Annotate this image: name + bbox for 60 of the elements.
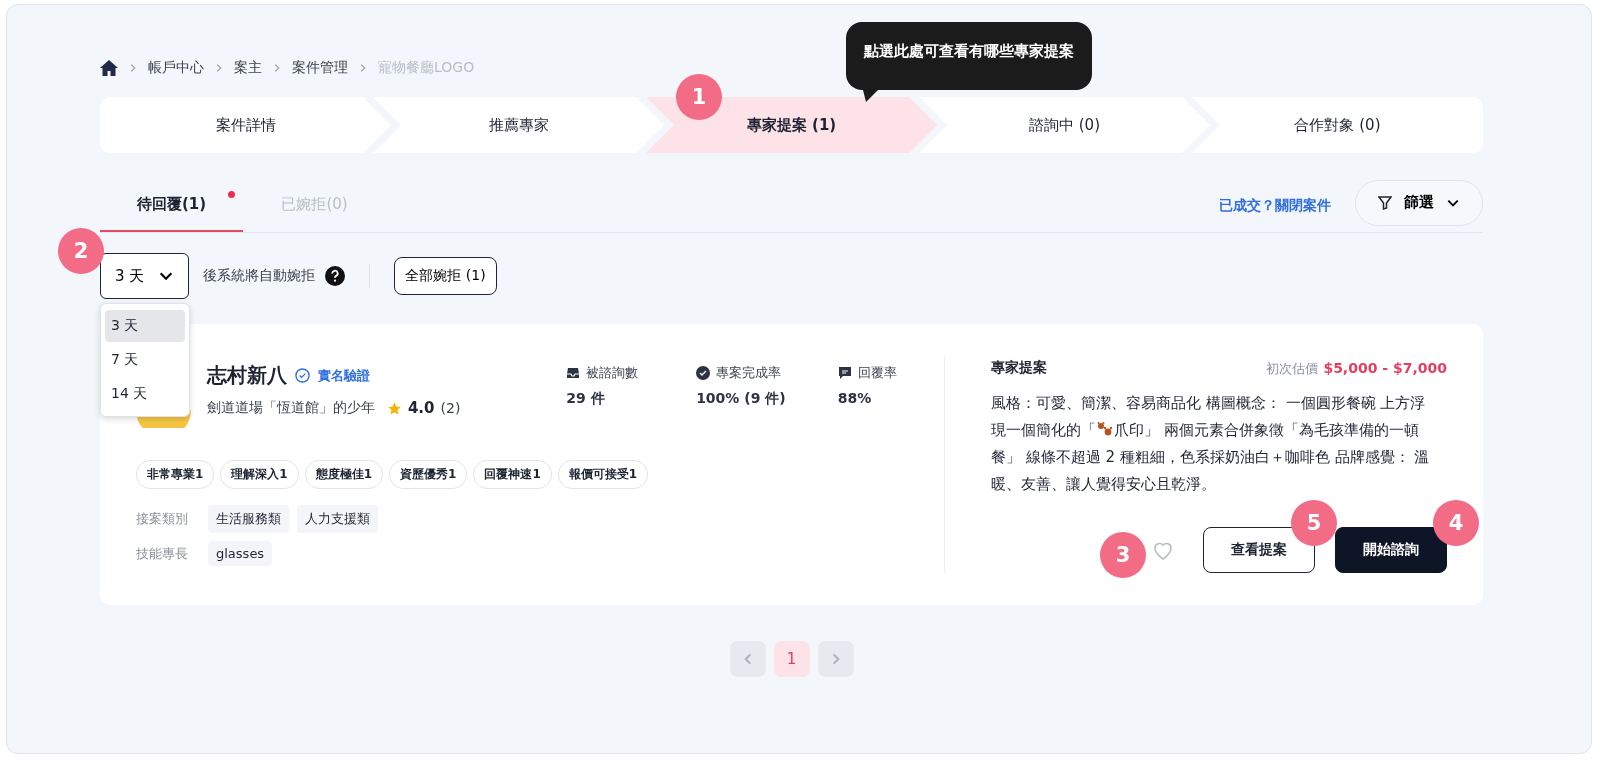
- review-tag: 非常專業1: [136, 460, 215, 489]
- stat-value: 29 件: [566, 390, 606, 408]
- review-tag: 態度極佳1: [304, 460, 384, 489]
- review-tag: 報價可接受1: [557, 460, 649, 489]
- step-tab[interactable]: 案件詳情: [100, 97, 391, 153]
- breadcrumb-link[interactable]: 案主: [234, 59, 262, 77]
- rating-value: 4.0: [407, 399, 435, 417]
- review-tag: 回覆神速1: [473, 460, 552, 489]
- breadcrumb-link[interactable]: 帳戶中心: [148, 59, 204, 77]
- estimate-label: 初次估價: [1266, 361, 1319, 376]
- stat-label: 被諮詢數: [586, 364, 639, 382]
- close-case-link[interactable]: 已成交？關閉案件: [1219, 196, 1331, 215]
- stat-value: 100% (9 件): [696, 390, 787, 408]
- tooltip: 點選此處可查看有哪些專家提案: [846, 22, 1092, 90]
- category-chip: glasses: [208, 541, 273, 566]
- detail-label: 技能專長: [136, 544, 189, 563]
- reject-all-button[interactable]: 全部婉拒 (1): [394, 257, 497, 295]
- proposal-heading: 專家提案: [991, 359, 1047, 377]
- auto-reject-text: 後系統將自動婉拒: [203, 267, 316, 285]
- chevron-icon: [272, 63, 282, 73]
- verified-label: 實名驗證: [317, 366, 370, 385]
- check-circle-icon: [696, 366, 711, 380]
- review-tag: 資歷優秀1: [389, 460, 468, 489]
- expert-title: 劍道道場「恆道館」的少年: [206, 399, 375, 417]
- chat-icon: [837, 366, 852, 380]
- proposal-text: 風格：可愛、簡潔、容易商品化 構圖概念： 一個圓形餐碗 上方浮現一個簡化的「 爪印」 兩個元素合併象徵「為毛孩準備的一頓餐」 線條不超過 2 種粗細，色系採奶油白＋咖啡色 品牌感覺： 溫暖、友善、讓人覺得安心且乾淨。: [991, 393, 1431, 495]
- star-icon: [386, 400, 402, 416]
- paw-icon: [1096, 421, 1114, 437]
- step-tab[interactable]: 諮詢中 (0): [919, 97, 1210, 153]
- start-consult-button[interactable]: 開始諮詢: [1335, 527, 1447, 573]
- next-page-button[interactable]: [817, 641, 854, 677]
- filter-button[interactable]: 篩選: [1355, 179, 1483, 226]
- step-tab[interactable]: 合作對象 (0): [1192, 97, 1483, 153]
- review-count: (2): [440, 400, 461, 416]
- dropdown-option[interactable]: 14 天: [105, 378, 185, 410]
- stat-label: 專案完成率: [716, 364, 782, 382]
- help-icon[interactable]: [325, 266, 346, 286]
- step-tab[interactable]: 推薦專家: [373, 97, 664, 153]
- estimate-price: $5,000 - $7,000: [1323, 360, 1447, 376]
- detail-label: 接案類別: [136, 510, 189, 528]
- expert-name: 志村新八: [206, 362, 287, 389]
- chevron-icon: [128, 63, 138, 73]
- previous-page-button[interactable]: [729, 641, 766, 677]
- chevron-icon: [214, 63, 224, 73]
- inbox-icon: [566, 366, 581, 380]
- filter-icon: [1378, 195, 1392, 210]
- home-icon[interactable]: [100, 60, 118, 76]
- chevron-icon: [358, 63, 368, 73]
- avatar: [136, 410, 191, 428]
- category-chip: 生活服務類: [208, 505, 289, 533]
- days-select[interactable]: 3 天: [100, 253, 190, 299]
- tab[interactable]: 待回覆(1): [100, 179, 243, 232]
- dropdown-option[interactable]: 7 天: [105, 344, 185, 376]
- review-tag: 理解深入1: [220, 460, 299, 489]
- breadcrumb-link[interactable]: 案件管理: [292, 59, 348, 77]
- stat-label: 回覆率: [857, 364, 897, 382]
- stat-value: 88%: [837, 390, 873, 406]
- verified-icon: [294, 368, 310, 383]
- dropdown-option[interactable]: 3 天: [105, 310, 185, 342]
- category-chip: 人力支援類: [297, 505, 378, 533]
